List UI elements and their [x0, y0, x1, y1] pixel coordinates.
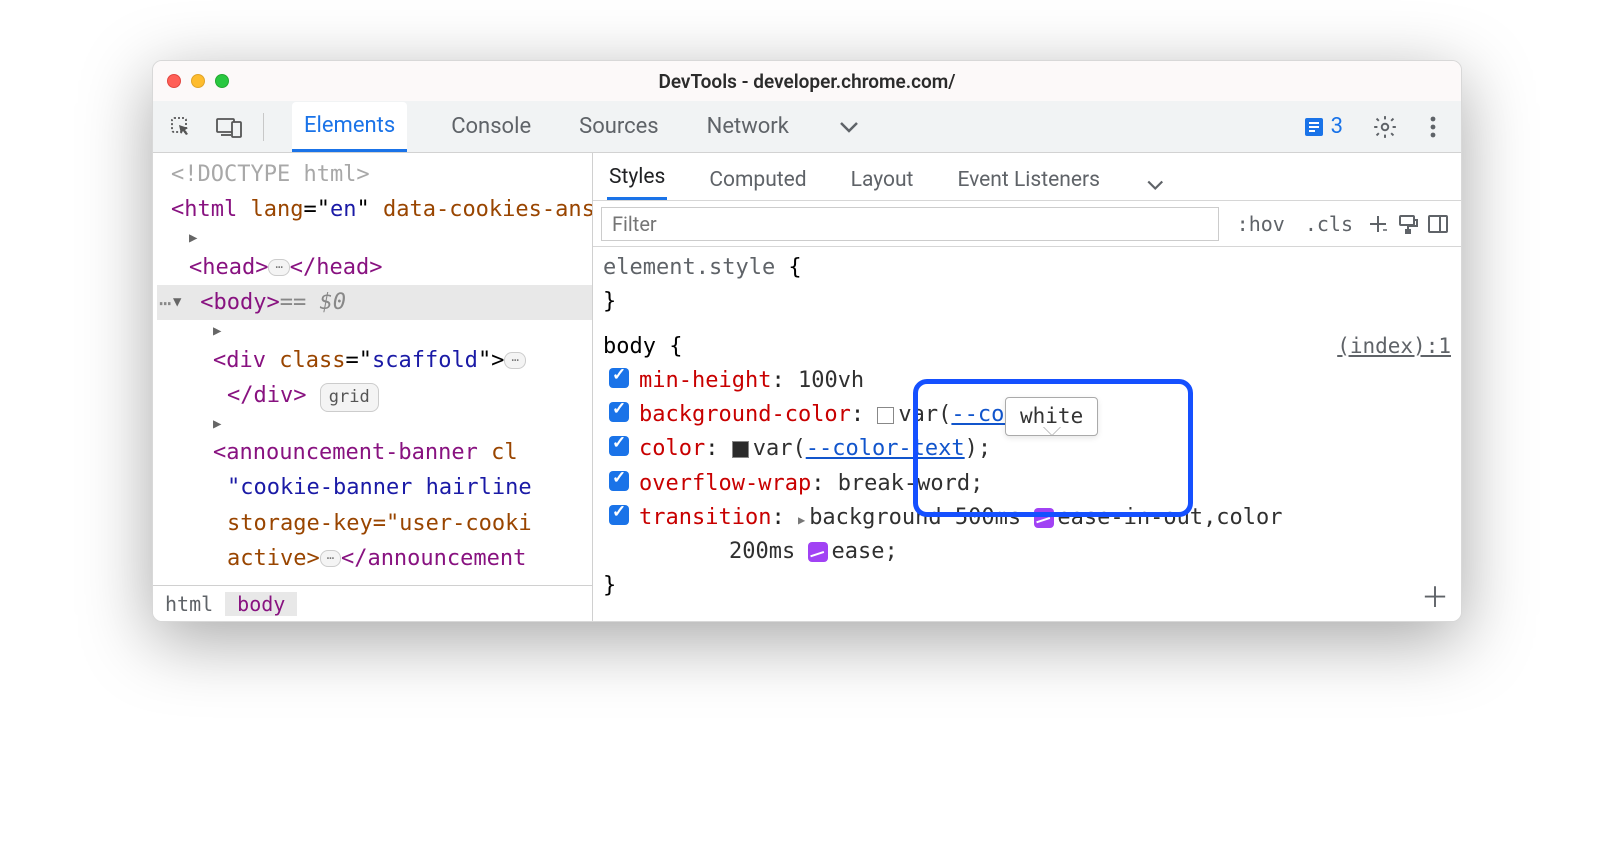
ellipsis-icon[interactable]: ⋯: [504, 352, 525, 369]
devtools-window: DevTools - developer.chrome.com/ Element…: [152, 60, 1462, 622]
dom-doctype: <!DOCTYPE html>: [171, 162, 370, 187]
css-var-link[interactable]: --color-text: [806, 436, 965, 461]
toggle-checkbox[interactable]: [609, 436, 629, 456]
toggle-checkbox[interactable]: [609, 368, 629, 388]
more-tabs-button[interactable]: [833, 102, 869, 152]
ellipsis-icon[interactable]: ⋯: [268, 259, 289, 276]
tab-sources[interactable]: Sources: [575, 102, 663, 152]
close-window-button[interactable]: [167, 74, 181, 88]
expand-icon[interactable]: [213, 320, 227, 342]
filter-bar: :hov .cls: [593, 201, 1461, 247]
styles-content[interactable]: element.style { } (index):1 body { min-h…: [593, 247, 1461, 621]
settings-icon[interactable]: [1369, 109, 1401, 145]
dom-html-open[interactable]: <html lang="en" data-cookies-answered da…: [157, 192, 592, 227]
main-split: <!DOCTYPE html> <html lang="en" data-coo…: [153, 153, 1461, 621]
tab-elements[interactable]: Elements: [292, 102, 407, 152]
tab-console[interactable]: Console: [447, 102, 535, 152]
issues-count: 3: [1331, 114, 1343, 139]
breadcrumbs: html body: [153, 585, 592, 621]
color-swatch-icon[interactable]: [877, 407, 894, 424]
crumb-body[interactable]: body: [225, 592, 297, 616]
device-toolbar-icon[interactable]: [213, 109, 245, 145]
minimize-window-button[interactable]: [191, 74, 205, 88]
main-toolbar: Elements Console Sources Network 3: [153, 101, 1461, 153]
dom-scaffold[interactable]: <div class="scaffold">⋯ </div> grid: [157, 320, 592, 413]
new-style-rule-icon[interactable]: [1363, 209, 1393, 239]
subtab-eventlisteners[interactable]: Event Listeners: [955, 160, 1101, 200]
collapse-icon[interactable]: [173, 291, 187, 313]
expand-icon[interactable]: [189, 227, 203, 249]
cls-button[interactable]: .cls: [1295, 212, 1363, 236]
ellipsis-icon[interactable]: ⋯: [320, 550, 341, 567]
paint-icon[interactable]: [1393, 209, 1423, 239]
window-title: DevTools - developer.chrome.com/: [658, 70, 955, 93]
issues-badge[interactable]: 3: [1303, 114, 1343, 139]
source-link[interactable]: (index):1: [1337, 330, 1451, 363]
add-selector-button[interactable]: ＋: [1421, 576, 1449, 619]
subtab-computed[interactable]: Computed: [707, 160, 808, 200]
subtab-styles[interactable]: Styles: [607, 157, 667, 200]
traffic-lights: [167, 74, 229, 88]
sidebar-tabs: Styles Computed Layout Event Listeners: [593, 153, 1461, 201]
cubic-bezier-icon[interactable]: [1034, 508, 1054, 528]
toggle-checkbox[interactable]: [609, 471, 629, 491]
dom-head[interactable]: <head>⋯</head>: [157, 227, 592, 285]
toggle-checkbox[interactable]: [609, 505, 629, 525]
rule-body[interactable]: (index):1 body { min-height: 100vh backg…: [603, 330, 1451, 608]
value-tooltip: white: [1005, 397, 1098, 436]
selector-text: element.style: [603, 255, 775, 280]
expand-icon[interactable]: [213, 413, 227, 435]
inspect-element-icon[interactable]: [165, 109, 197, 145]
rule-element-style[interactable]: element.style { }: [603, 251, 1451, 324]
kebab-menu-icon[interactable]: [1417, 109, 1449, 145]
elements-panel: <!DOCTYPE html> <html lang="en" data-coo…: [153, 153, 593, 621]
crumb-html[interactable]: html: [153, 592, 225, 616]
styles-panel: Styles Computed Layout Event Listeners :…: [593, 153, 1461, 621]
decl-transition[interactable]: transition: background 500ms ease-in-out…: [603, 501, 1451, 569]
zoom-window-button[interactable]: [215, 74, 229, 88]
expand-shorthand-icon[interactable]: [798, 505, 809, 530]
toggle-sidebar-icon[interactable]: [1423, 209, 1453, 239]
titlebar: DevTools - developer.chrome.com/: [153, 61, 1461, 101]
tab-network[interactable]: Network: [703, 102, 793, 152]
decl-min-height[interactable]: min-height: 100vh: [603, 364, 1451, 398]
grid-badge[interactable]: grid: [320, 383, 379, 412]
cubic-bezier-icon[interactable]: [808, 542, 828, 562]
more-subtabs-button[interactable]: [1142, 170, 1172, 200]
color-swatch-icon[interactable]: [732, 441, 749, 458]
selector-text: body: [603, 334, 656, 359]
hov-button[interactable]: :hov: [1227, 212, 1295, 236]
filter-input[interactable]: [601, 207, 1219, 241]
gutter-dots-icon[interactable]: ⋯: [159, 287, 171, 319]
selected-marker: == $0: [280, 285, 346, 320]
tooltip-text: white: [1020, 404, 1083, 428]
subtab-layout[interactable]: Layout: [849, 160, 916, 200]
dom-banner[interactable]: <announcement-banner cl "cookie-banner h…: [157, 413, 592, 576]
decl-color[interactable]: color: var(--color-text);: [603, 432, 1451, 466]
dom-tree[interactable]: <!DOCTYPE html> <html lang="en" data-coo…: [153, 153, 592, 585]
toggle-checkbox[interactable]: [609, 402, 629, 422]
decl-overflow-wrap[interactable]: overflow-wrap: break-word;: [603, 467, 1451, 501]
dom-body-selected[interactable]: ⋯ <body> == $0: [157, 285, 592, 320]
main-tabs: Elements Console Sources Network: [292, 102, 1287, 152]
separator: [263, 113, 264, 141]
